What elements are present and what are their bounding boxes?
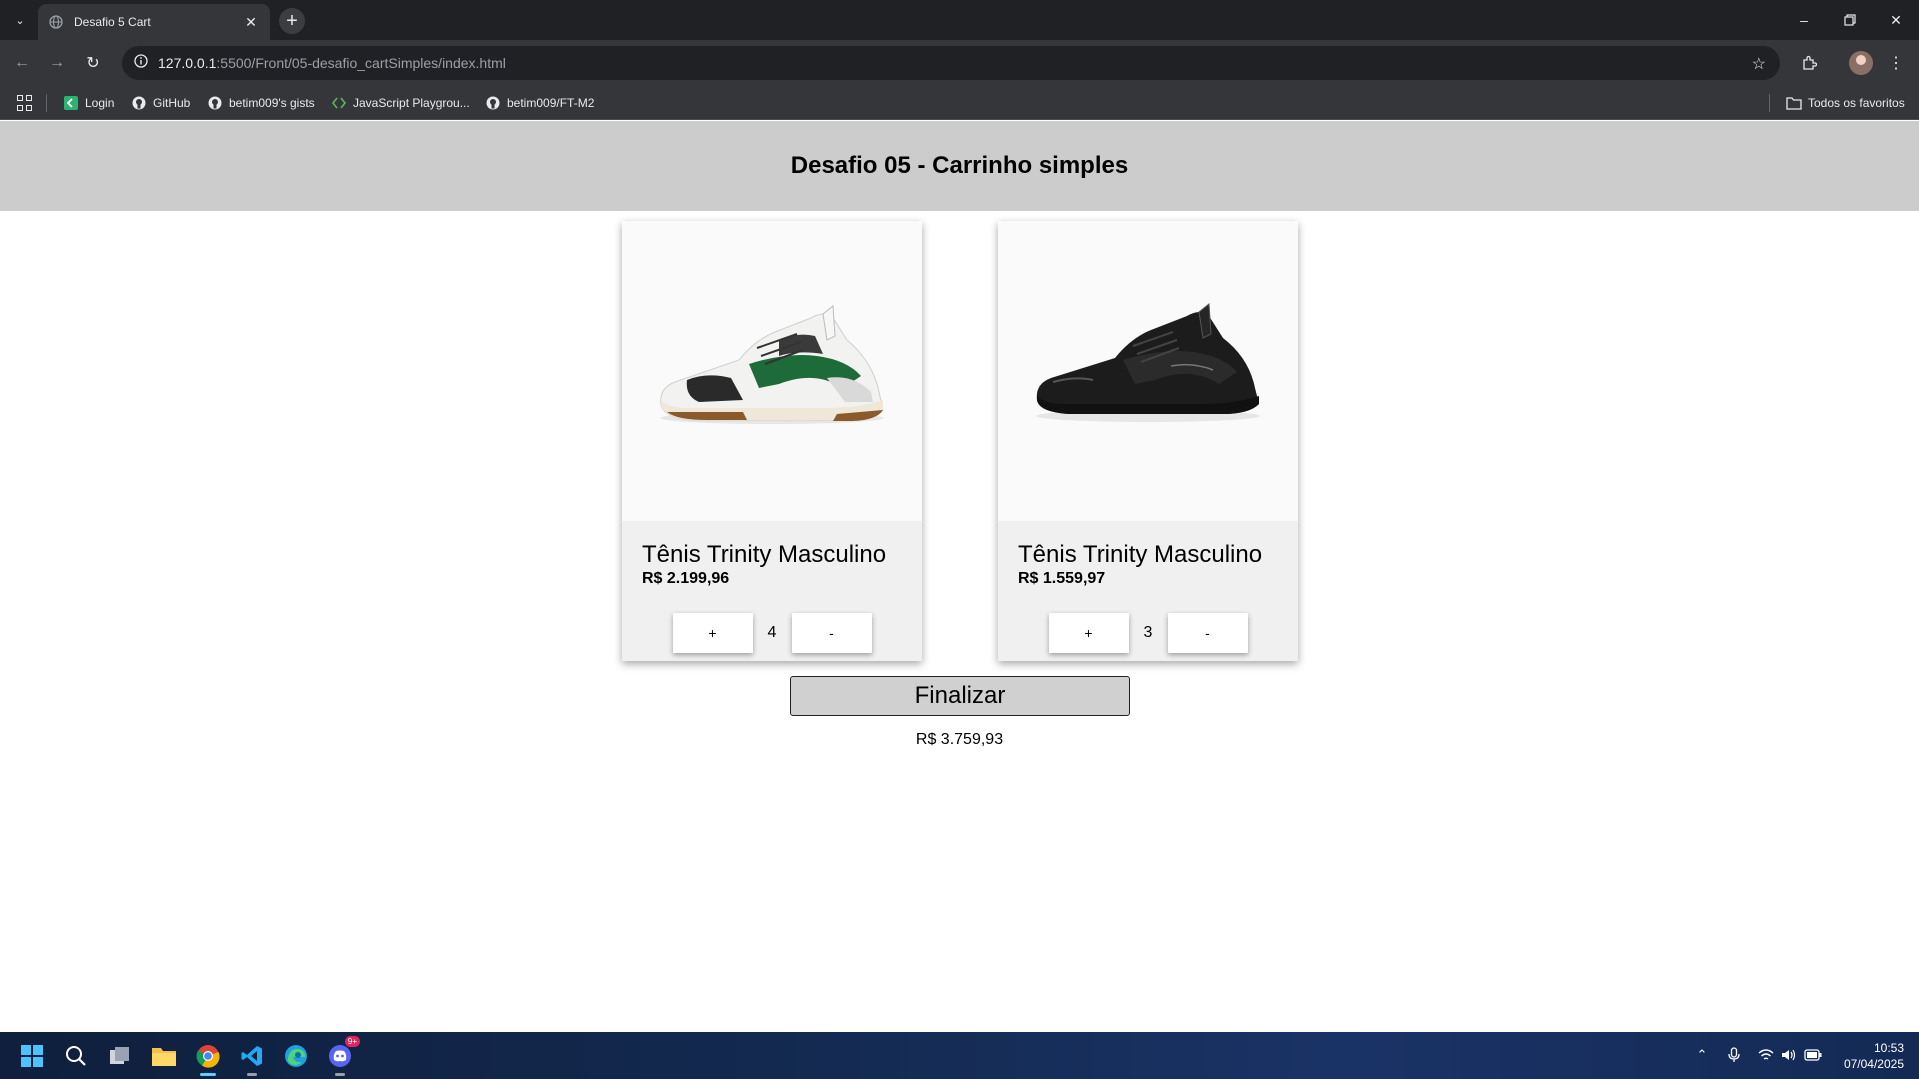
sneaker-black-icon <box>1036 303 1260 422</box>
product-image <box>998 221 1298 521</box>
increase-quantity-button[interactable]: + <box>672 613 753 653</box>
bookmark-login[interactable]: Login <box>63 93 114 113</box>
restore-icon[interactable] <box>1832 6 1868 34</box>
bookmark-label: GitHub <box>153 96 191 110</box>
notification-badge: 9+ <box>344 1036 360 1047</box>
microphone-icon[interactable] <box>1724 1045 1744 1065</box>
increase-quantity-button[interactable]: + <box>1048 613 1129 653</box>
sneaker-white-green-icon <box>660 305 884 424</box>
wifi-icon[interactable] <box>1756 1045 1776 1065</box>
bookmark-divider <box>1769 94 1770 112</box>
globe-icon <box>48 14 64 30</box>
vscode-icon[interactable] <box>235 1039 269 1076</box>
finalize-button[interactable]: Finalizar <box>790 676 1130 716</box>
github-icon <box>131 95 147 111</box>
decrease-quantity-button[interactable]: - <box>1167 613 1248 653</box>
bookmark-label: betim009/FT-M2 <box>507 96 595 110</box>
file-explorer-icon[interactable] <box>147 1039 181 1073</box>
playground-icon <box>331 95 347 111</box>
all-bookmarks-label: Todos os favoritos <box>1808 96 1905 110</box>
volume-icon[interactable] <box>1779 1045 1799 1065</box>
quantity-value: 3 <box>1143 624 1153 641</box>
bookmark-label: JavaScript Playgrou... <box>353 96 470 110</box>
show-hidden-icons-chevron-icon[interactable]: ⌃ <box>1692 1045 1712 1065</box>
edge-icon[interactable] <box>279 1039 313 1073</box>
new-tab-button[interactable]: + <box>279 8 305 34</box>
profile-avatar[interactable] <box>1849 51 1873 75</box>
quantity-controls: + 4 - <box>622 613 922 653</box>
address-bar[interactable]: 127.0.0.1:5500/Front/05-desafio_cartSimp… <box>122 46 1780 80</box>
bookmark-label: Login <box>85 96 115 110</box>
bookmark-divider <box>46 94 47 112</box>
product-card: Tênis Trinity Masculino R$ 2.199,96 + 4 … <box>622 221 922 661</box>
task-view-icon[interactable] <box>103 1039 137 1073</box>
product-name: Tênis Trinity Masculino <box>1018 541 1263 568</box>
bookmarks-bar: Login GitHub betim009's gists JavaScript… <box>0 86 1919 120</box>
tab-active[interactable]: Desafio 5 Cart ✕ <box>38 4 270 40</box>
bookmark-label: betim009's gists <box>229 96 315 110</box>
github-icon <box>485 95 501 111</box>
clock-date: 07/04/2025 <box>1843 1057 1904 1071</box>
url-path: :5500/Front/05-desafio_cartSimples/index… <box>216 55 506 71</box>
apps-grid-icon[interactable] <box>17 95 33 111</box>
product-card: Tênis Trinity Masculino R$ 1.559,97 + 3 … <box>998 221 1298 661</box>
login-icon <box>63 95 79 111</box>
folder-icon <box>1786 95 1802 111</box>
site-info-icon[interactable] <box>134 53 148 73</box>
taskbar: 9+ ⌃ 10:53 07/04/2025 <box>0 1032 1919 1079</box>
quantity-controls: + 3 - <box>998 613 1298 653</box>
reload-icon[interactable]: ↻ <box>80 50 106 76</box>
clock-time: 10:53 <box>1873 1041 1904 1055</box>
decrease-quantity-button[interactable]: - <box>791 613 872 653</box>
cart-total: R$ 3.759,93 <box>915 731 1004 748</box>
product-image <box>622 221 922 521</box>
bookmark-js-playground[interactable]: JavaScript Playgrou... <box>331 93 470 113</box>
extensions-icon[interactable] <box>1796 50 1822 76</box>
bookmark-ft-m2[interactable]: betim009/FT-M2 <box>485 93 594 113</box>
page-title: Desafio 05 - Carrinho simples <box>790 152 1129 179</box>
open-app-indicator <box>247 1073 257 1076</box>
github-icon <box>207 95 223 111</box>
page-viewport: Desafio 05 - Carrinho simples Tênis Trin… <box>0 121 1919 1032</box>
system-clock[interactable]: 10:53 07/04/2025 <box>1830 1040 1904 1072</box>
all-bookmarks-folder[interactable]: Todos os favoritos <box>1786 93 1905 113</box>
discord-icon[interactable]: 9+ <box>323 1036 360 1076</box>
close-window-icon[interactable]: ✕ <box>1878 6 1914 34</box>
browser-tabbar: ⌄ Desafio 5 Cart ✕ + – ✕ <box>0 0 1919 40</box>
windows-start-icon[interactable] <box>15 1039 49 1073</box>
forward-icon[interactable]: → <box>44 50 70 76</box>
bookmark-github[interactable]: GitHub <box>131 93 190 113</box>
quantity-value: 4 <box>767 624 777 641</box>
bookmark-star-icon[interactable]: ☆ <box>1752 54 1766 74</box>
product-name: Tênis Trinity Masculino <box>642 541 887 568</box>
product-price: R$ 2.199,96 <box>642 570 730 587</box>
open-app-indicator <box>335 1073 345 1076</box>
page-header: Desafio 05 - Carrinho simples <box>0 121 1919 211</box>
back-icon[interactable]: ← <box>9 50 35 76</box>
battery-icon[interactable] <box>1803 1045 1823 1065</box>
kebab-menu-icon[interactable]: ⋮ <box>1886 50 1906 76</box>
active-app-indicator <box>200 1073 216 1076</box>
url-host: 127.0.0.1 <box>158 55 217 71</box>
tab-search-chevron-icon[interactable]: ⌄ <box>10 10 30 30</box>
bookmark-gists[interactable]: betim009's gists <box>207 93 315 113</box>
product-price: R$ 1.559,97 <box>1018 570 1106 587</box>
minimize-icon[interactable]: – <box>1786 6 1822 34</box>
chrome-icon[interactable] <box>191 1039 225 1076</box>
browser-toolbar: ← → ↻ 127.0.0.1:5500/Front/05-desafio_ca… <box>0 40 1919 86</box>
tab-close-icon[interactable]: ✕ <box>242 14 260 31</box>
tab-title: Desafio 5 Cart <box>74 15 151 29</box>
search-icon[interactable] <box>59 1039 93 1073</box>
